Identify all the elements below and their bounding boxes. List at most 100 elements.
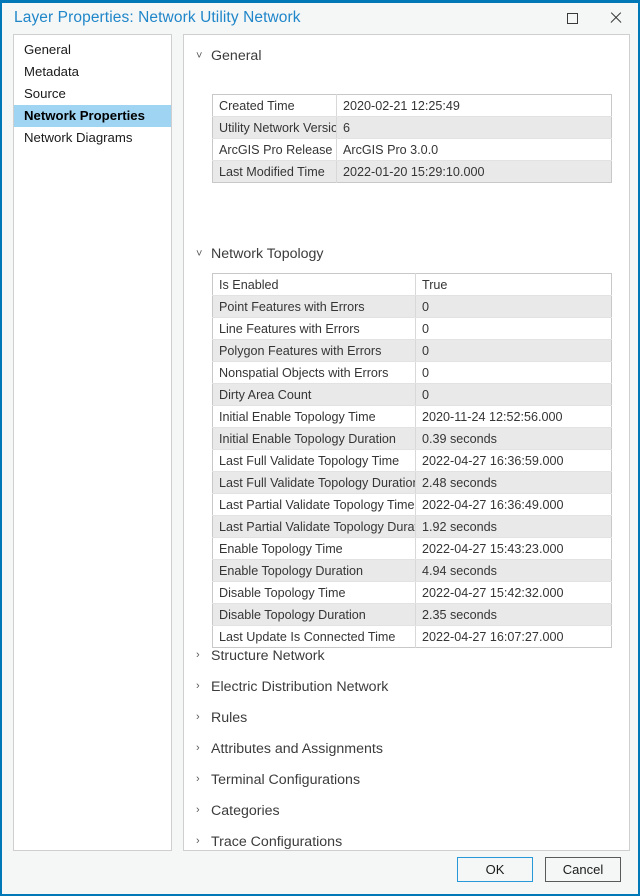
window-controls bbox=[550, 3, 638, 33]
table-row: Point Features with Errors0 bbox=[213, 296, 612, 318]
section-label-network-topology: Network Topology bbox=[211, 246, 324, 262]
property-value: 2.48 seconds bbox=[416, 472, 612, 494]
property-value: 2022-04-27 15:43:23.000 bbox=[416, 538, 612, 560]
table-row: Utility Network Version 6 bbox=[213, 117, 612, 139]
chevron-right-icon: › bbox=[196, 712, 209, 723]
chevron-right-icon: › bbox=[196, 805, 209, 816]
chevron-right-icon: › bbox=[196, 836, 209, 847]
table-row: Last Partial Validate Topology Time2022-… bbox=[213, 494, 612, 516]
property-key: Initial Enable Topology Duration bbox=[213, 428, 416, 450]
property-value: 0 bbox=[416, 296, 612, 318]
content-inner: ˅ General Created Time 2020-02-21 12:25:… bbox=[184, 45, 629, 67]
chevron-right-icon: › bbox=[196, 774, 209, 785]
table-row: Dirty Area Count0 bbox=[213, 384, 612, 406]
property-key: Polygon Features with Errors bbox=[213, 340, 416, 362]
sidebar-item-network-diagrams[interactable]: Network Diagrams bbox=[14, 127, 171, 149]
table-row: Line Features with Errors0 bbox=[213, 318, 612, 340]
property-value: 2022-04-27 15:42:32.000 bbox=[416, 582, 612, 604]
close-icon bbox=[609, 11, 623, 25]
table-row: Enable Topology Duration4.94 seconds bbox=[213, 560, 612, 582]
section-header-electric-distribution-network[interactable]: › Electric Distribution Network bbox=[184, 671, 629, 702]
layer-properties-dialog: Layer Properties: Network Utility Networ… bbox=[0, 0, 640, 896]
section-label-general: General bbox=[211, 48, 261, 64]
chevron-down-icon: ˅ bbox=[196, 249, 209, 260]
property-key: Enable Topology Time bbox=[213, 538, 416, 560]
property-key: Dirty Area Count bbox=[213, 384, 416, 406]
close-button[interactable] bbox=[594, 3, 638, 33]
property-key: Disable Topology Duration bbox=[213, 604, 416, 626]
property-key: Initial Enable Topology Time bbox=[213, 406, 416, 428]
section-label-categories: Categories bbox=[211, 803, 280, 819]
section-header-attributes-and-assignments[interactable]: › Attributes and Assignments bbox=[184, 733, 629, 764]
section-header-rules[interactable]: › Rules bbox=[184, 702, 629, 733]
sidebar-item-metadata[interactable]: Metadata bbox=[14, 61, 171, 83]
table-row: Nonspatial Objects with Errors0 bbox=[213, 362, 612, 384]
table-row: ArcGIS Pro Release ArcGIS Pro 3.0.0 bbox=[213, 139, 612, 161]
property-key: Line Features with Errors bbox=[213, 318, 416, 340]
sidebar-item-network-properties[interactable]: Network Properties bbox=[14, 105, 171, 127]
table-row: Initial Enable Topology Duration0.39 sec… bbox=[213, 428, 612, 450]
property-key: Last Full Validate Topology Time bbox=[213, 450, 416, 472]
ok-button[interactable]: OK bbox=[457, 857, 533, 882]
chevron-down-icon: ˅ bbox=[196, 51, 209, 62]
property-key: ArcGIS Pro Release bbox=[213, 139, 337, 161]
table-row: Disable Topology Time2022-04-27 15:42:32… bbox=[213, 582, 612, 604]
property-value: ArcGIS Pro 3.0.0 bbox=[337, 139, 612, 161]
property-key: Last Full Validate Topology Duration bbox=[213, 472, 416, 494]
property-key: Disable Topology Time bbox=[213, 582, 416, 604]
section-header-network-topology[interactable]: ˅ Network Topology bbox=[184, 243, 324, 265]
section-header-terminal-configurations[interactable]: › Terminal Configurations bbox=[184, 764, 629, 795]
section-label-terminal-configurations: Terminal Configurations bbox=[211, 772, 360, 788]
property-value: 0.39 seconds bbox=[416, 428, 612, 450]
dialog-footer: OK Cancel bbox=[2, 848, 638, 894]
table-row: Is EnabledTrue bbox=[213, 274, 612, 296]
title-bar: Layer Properties: Network Utility Networ… bbox=[2, 3, 638, 33]
content-panel: ˅ General Created Time 2020-02-21 12:25:… bbox=[183, 34, 630, 851]
property-key: Utility Network Version bbox=[213, 117, 337, 139]
dialog-title: Layer Properties: Network Utility Networ… bbox=[14, 9, 301, 27]
property-value: 1.92 seconds bbox=[416, 516, 612, 538]
table-row: Last Modified Time 2022-01-20 15:29:10.0… bbox=[213, 161, 612, 183]
property-value: True bbox=[416, 274, 612, 296]
table-row: Created Time 2020-02-21 12:25:49 bbox=[213, 95, 612, 117]
sidebar-item-general[interactable]: General bbox=[14, 39, 171, 61]
property-value: 2020-02-21 12:25:49 bbox=[337, 95, 612, 117]
section-label-attributes-and-assignments: Attributes and Assignments bbox=[211, 741, 383, 757]
property-key: Last Partial Validate Topology Time bbox=[213, 494, 416, 516]
table-row: Enable Topology Time2022-04-27 15:43:23.… bbox=[213, 538, 612, 560]
table-row: Disable Topology Duration2.35 seconds bbox=[213, 604, 612, 626]
property-value: 2022-01-20 15:29:10.000 bbox=[337, 161, 612, 183]
network-topology-table: Is EnabledTruePoint Features with Errors… bbox=[212, 273, 612, 648]
maximize-button[interactable] bbox=[550, 3, 594, 33]
table-row: Polygon Features with Errors0 bbox=[213, 340, 612, 362]
property-key: Created Time bbox=[213, 95, 337, 117]
cancel-button[interactable]: Cancel bbox=[545, 857, 621, 882]
section-header-general[interactable]: ˅ General bbox=[184, 45, 629, 67]
property-value: 0 bbox=[416, 362, 612, 384]
table-row: Last Full Validate Topology Duration2.48… bbox=[213, 472, 612, 494]
chevron-right-icon: › bbox=[196, 681, 209, 692]
property-value: 2.35 seconds bbox=[416, 604, 612, 626]
sidebar-nav: General Metadata Source Network Properti… bbox=[13, 34, 172, 851]
chevron-right-icon: › bbox=[196, 743, 209, 754]
property-key: Enable Topology Duration bbox=[213, 560, 416, 582]
property-value: 0 bbox=[416, 340, 612, 362]
section-header-categories[interactable]: › Categories bbox=[184, 795, 629, 826]
property-key: Last Modified Time bbox=[213, 161, 337, 183]
collapsed-sections: › Structure Network › Electric Distribut… bbox=[184, 640, 629, 851]
property-value: 4.94 seconds bbox=[416, 560, 612, 582]
section-label-rules: Rules bbox=[211, 710, 247, 726]
property-value: 2022-04-27 16:36:59.000 bbox=[416, 450, 612, 472]
property-value: 6 bbox=[337, 117, 612, 139]
property-value: 2020-11-24 12:52:56.000 bbox=[416, 406, 612, 428]
table-row: Last Full Validate Topology Time2022-04-… bbox=[213, 450, 612, 472]
table-row: Initial Enable Topology Time2020-11-24 1… bbox=[213, 406, 612, 428]
property-key: Point Features with Errors bbox=[213, 296, 416, 318]
sidebar-item-source[interactable]: Source bbox=[14, 83, 171, 105]
property-value: 0 bbox=[416, 384, 612, 406]
section-header-structure-network[interactable]: › Structure Network bbox=[184, 640, 629, 671]
property-value: 0 bbox=[416, 318, 612, 340]
property-key: Nonspatial Objects with Errors bbox=[213, 362, 416, 384]
section-label-structure-network: Structure Network bbox=[211, 648, 325, 664]
property-key: Last Partial Validate Topology Duration bbox=[213, 516, 416, 538]
